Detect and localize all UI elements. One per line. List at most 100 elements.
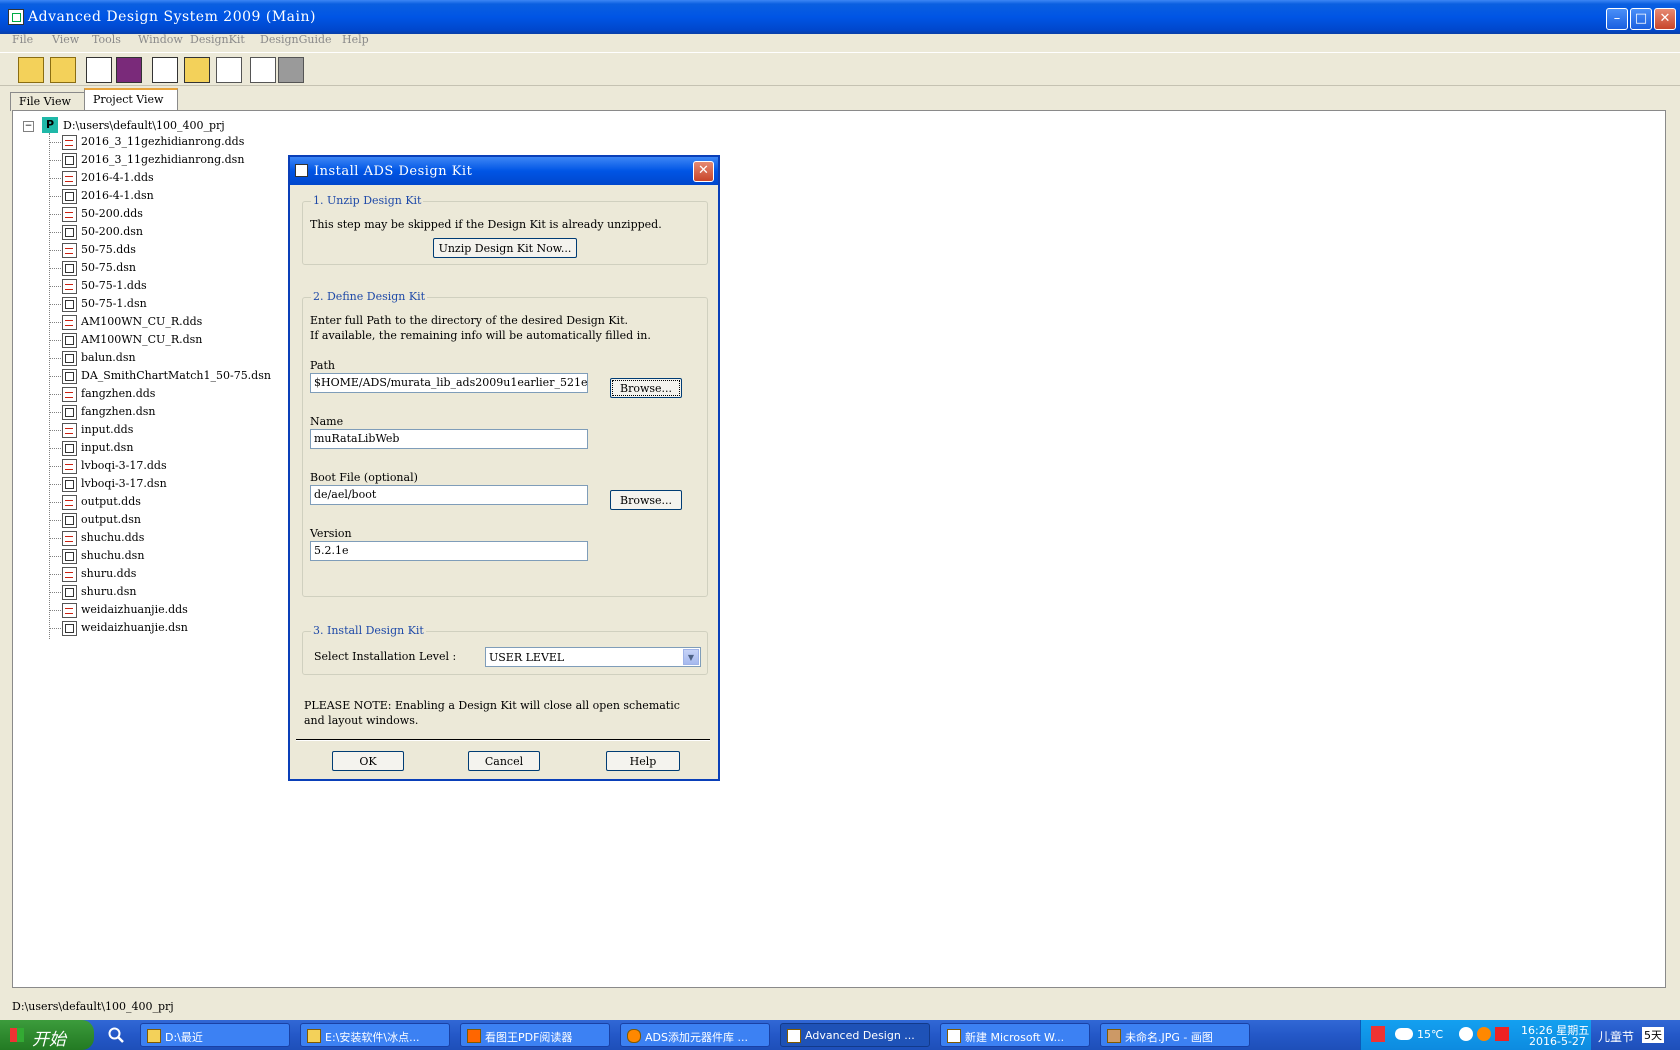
open-project-icon[interactable] [50, 57, 76, 83]
project-root[interactable]: D:\users\default\100_400_prj [63, 119, 225, 132]
task-ads[interactable]: Advanced Design ... [780, 1023, 930, 1047]
menu-view[interactable]: View [52, 33, 79, 46]
status-path: D:\users\default\100_400_prj [12, 1000, 174, 1013]
tree-connector [49, 592, 61, 593]
status-bar: D:\users\default\100_400_prj [0, 996, 1680, 1016]
boot-file-field[interactable]: de/ael/boot [310, 485, 588, 505]
windows-flag-icon [10, 1028, 24, 1042]
paint-icon [1107, 1029, 1121, 1043]
holiday-name: 儿童节 [1598, 1030, 1635, 1044]
tree-connector [49, 484, 61, 485]
project-tree-panel: − P D:\users\default\100_400_prj 2016_3_… [12, 110, 1666, 988]
start-button[interactable]: 开始 [0, 1020, 94, 1050]
task-pdf-reader[interactable]: 看图王PDF阅读器 [460, 1023, 610, 1047]
schematic-file-icon [62, 441, 77, 456]
task-paint[interactable]: 未命名.JPG - 画图 [1100, 1023, 1250, 1047]
schematic-icon[interactable] [152, 57, 178, 83]
data-display-icon[interactable] [216, 57, 242, 83]
layout-icon[interactable] [184, 57, 210, 83]
close-button[interactable]: ✕ [1654, 8, 1676, 30]
define-text-1: Enter full Path to the directory of the … [310, 314, 628, 327]
tree-file-name: weidaizhuanjie.dsn [81, 621, 188, 634]
install-design-kit-dialog: Install ADS Design Kit ✕ 1. Unzip Design… [288, 155, 720, 781]
tree-file-name: 50-200.dsn [81, 225, 143, 238]
open-folder-icon[interactable] [18, 57, 44, 83]
task-label: 看图王PDF阅读器 [485, 1031, 573, 1044]
version-label: Version [310, 527, 352, 540]
tree-file-name: 2016-4-1.dds [81, 171, 154, 184]
menu-file[interactable]: File [12, 33, 33, 46]
sogou-icon[interactable] [1371, 1026, 1385, 1042]
window-titlebar: Advanced Design System 2009 (Main) – □ ✕ [0, 0, 1680, 34]
name-field[interactable]: muRataLibWeb [310, 429, 588, 449]
schematic-file-icon [62, 621, 77, 636]
system-tray: 15℃ 16:26 星期五 2016-5-27 [1360, 1020, 1591, 1050]
data-display-file-icon [62, 279, 77, 294]
cancel-button[interactable]: Cancel [468, 751, 540, 771]
chevron-down-icon[interactable]: ▼ [683, 649, 699, 665]
clock-date[interactable]: 2016-5-27 [1529, 1035, 1586, 1048]
schematic-file-icon [62, 297, 77, 312]
menu-designguide[interactable]: DesignGuide [260, 33, 332, 46]
tree-connector [49, 160, 61, 161]
tree-file-name: input.dds [81, 423, 134, 436]
tray-arrow-icon[interactable] [1459, 1027, 1473, 1041]
tree-file-name: 2016_3_11gezhidianrong.dds [81, 135, 245, 148]
data-display-file-icon [62, 207, 77, 222]
search-icon[interactable] [108, 1027, 124, 1043]
install-group: 3. Install Design Kit Select Installatio… [302, 624, 708, 675]
new-design-icon[interactable] [86, 57, 112, 83]
menu-window[interactable]: Window [138, 33, 183, 46]
tab-file-view[interactable]: File View [10, 92, 86, 111]
dialog-close-button[interactable]: ✕ [693, 161, 714, 182]
task-install-folder[interactable]: E:\安装软件\冰点... [300, 1023, 450, 1047]
schematic-file-icon [62, 513, 77, 528]
task-label: 未命名.JPG - 画图 [1125, 1031, 1213, 1044]
weather-temp[interactable]: 15℃ [1417, 1028, 1443, 1041]
taskbar: 开始 D:\最近 E:\安装软件\冰点... 看图王PDF阅读器 ADS添加元器… [0, 1020, 1680, 1050]
tree-connector [49, 556, 61, 557]
browser-icon [627, 1029, 641, 1043]
pdf-icon [467, 1029, 481, 1043]
tree-connector [49, 358, 61, 359]
tree-connector [49, 340, 61, 341]
name-label: Name [310, 415, 344, 428]
tree-file-name: balun.dsn [81, 351, 136, 364]
tree-connector [49, 304, 61, 305]
collapse-toggle[interactable]: − [23, 121, 34, 132]
path-browse-button[interactable]: Browse... [610, 378, 682, 398]
tree-file-name: 2016-4-1.dsn [81, 189, 154, 202]
tree-file-name: output.dds [81, 495, 141, 508]
installation-level-select[interactable]: USER LEVEL ▼ [485, 647, 701, 667]
qq-icon[interactable] [1477, 1027, 1491, 1041]
unzip-now-button[interactable]: Unzip Design Kit Now... [433, 238, 577, 258]
tree-connector [49, 574, 61, 575]
library-browser-icon[interactable] [116, 57, 142, 83]
tab-project-view[interactable]: Project View [84, 88, 178, 112]
schematic-file-icon [62, 351, 77, 366]
help-button[interactable]: Help [606, 751, 680, 771]
ok-button[interactable]: OK [332, 751, 404, 771]
tree-file-name: 2016_3_11gezhidianrong.dsn [81, 153, 245, 166]
dialog-titlebar: Install ADS Design Kit ✕ [290, 157, 718, 185]
boot-file-label: Boot File (optional) [310, 471, 418, 484]
tree-file-name: AM100WN_CU_R.dsn [81, 333, 203, 346]
task-recent-folder[interactable]: D:\最近 [140, 1023, 290, 1047]
boot-browse-button[interactable]: Browse... [610, 490, 682, 510]
volume-icon[interactable] [1495, 1027, 1509, 1041]
version-field[interactable]: 5.2.1e [310, 541, 588, 561]
menu-designkit[interactable]: DesignKit [190, 33, 245, 46]
menu-help[interactable]: Help [342, 33, 369, 46]
task-browser[interactable]: ADS添加元器件库 ... [620, 1023, 770, 1047]
data-display-file-icon [62, 135, 77, 150]
maximize-button[interactable]: □ [1630, 8, 1652, 30]
holiday-widget[interactable]: 儿童节 5天 [1598, 1020, 1680, 1050]
level-label: Select Installation Level : [314, 650, 457, 663]
task-word[interactable]: 新建 Microsoft W... [940, 1023, 1090, 1047]
window-manager-icon[interactable] [250, 57, 276, 83]
minimize-button[interactable]: – [1606, 8, 1628, 30]
menu-tools[interactable]: Tools [92, 33, 121, 46]
path-field[interactable]: $HOME/ADS/murata_lib_ads2009u1earlier_52… [310, 373, 588, 393]
data-display-file-icon [62, 315, 77, 330]
cascade-windows-icon[interactable] [278, 57, 304, 83]
